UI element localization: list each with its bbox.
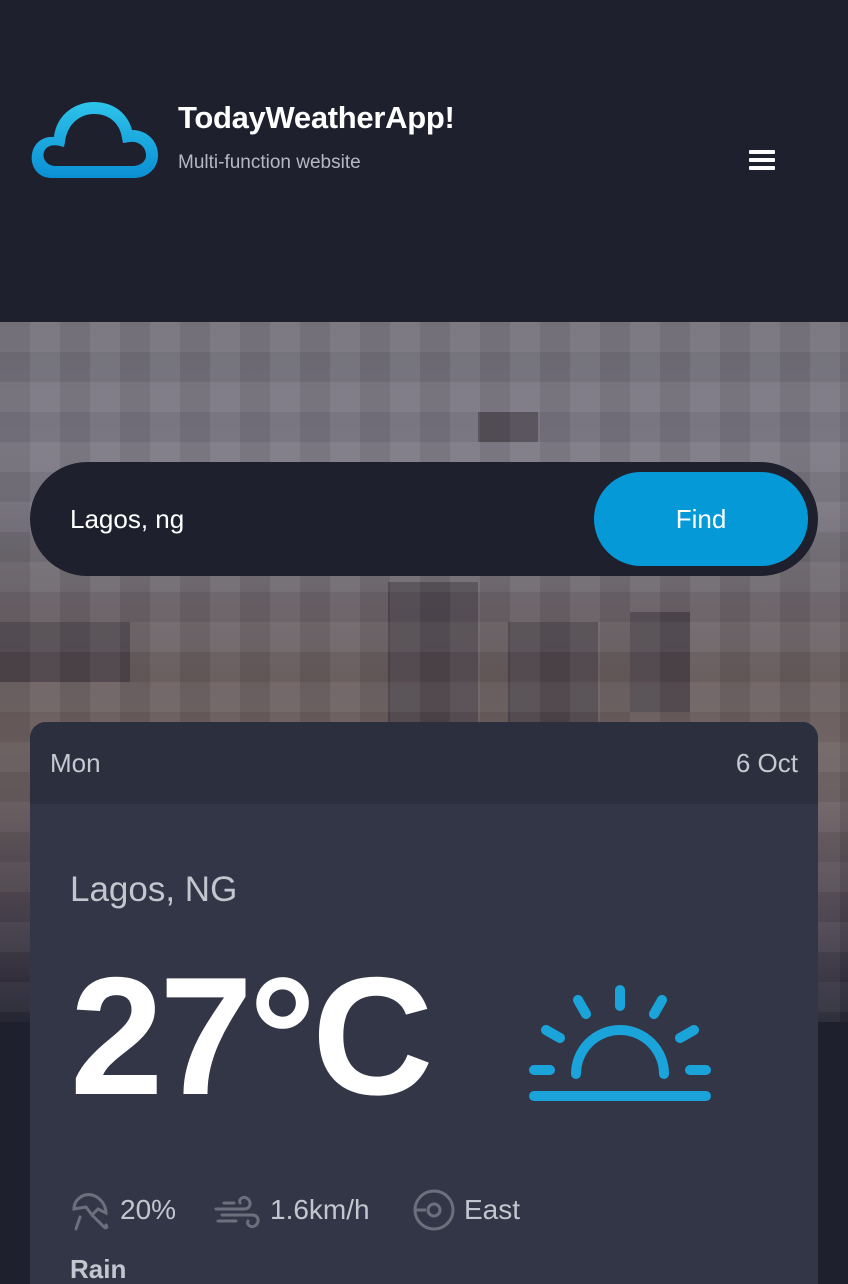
cloud-logo-icon[interactable] — [30, 100, 160, 180]
find-button[interactable]: Find — [594, 472, 808, 566]
card-header: Mon 6 Oct — [30, 722, 818, 804]
day-label: Mon — [50, 748, 101, 778]
hamburger-menu-icon[interactable] — [749, 150, 775, 172]
wind-speed-stat: 1.6km/h — [214, 1188, 370, 1232]
umbrella-icon — [72, 1193, 109, 1231]
wind-direction-value: East — [464, 1194, 521, 1225]
search-bar: Find — [30, 462, 818, 576]
sunrise-icon — [529, 985, 711, 1101]
weather-condition: Rain — [70, 1254, 127, 1284]
hero-section: Find Mon 6 Oct Lagos, NG 27°C — [0, 322, 848, 1284]
wind-speed-value: 1.6km/h — [270, 1194, 370, 1225]
weather-card: Mon 6 Oct Lagos, NG 27°C 20% 1.6km/h Eas… — [30, 722, 818, 1284]
site-title[interactable]: TodayWeatherApp! — [178, 100, 455, 136]
site-description: Multi-function website — [178, 152, 361, 173]
precipitation-stat: 20% — [70, 1188, 176, 1232]
temperature: 27°C — [70, 942, 433, 1130]
wind-direction-stat: East — [412, 1188, 520, 1232]
site-header: TodayWeatherApp! Multi-function website — [0, 0, 848, 322]
precipitation-value: 20% — [120, 1194, 177, 1225]
location-name: Lagos, NG — [70, 870, 238, 909]
date-label: 6 Oct — [735, 748, 798, 778]
search-input[interactable] — [70, 498, 570, 540]
compass-icon — [413, 1189, 455, 1231]
wind-icon — [214, 1195, 260, 1229]
